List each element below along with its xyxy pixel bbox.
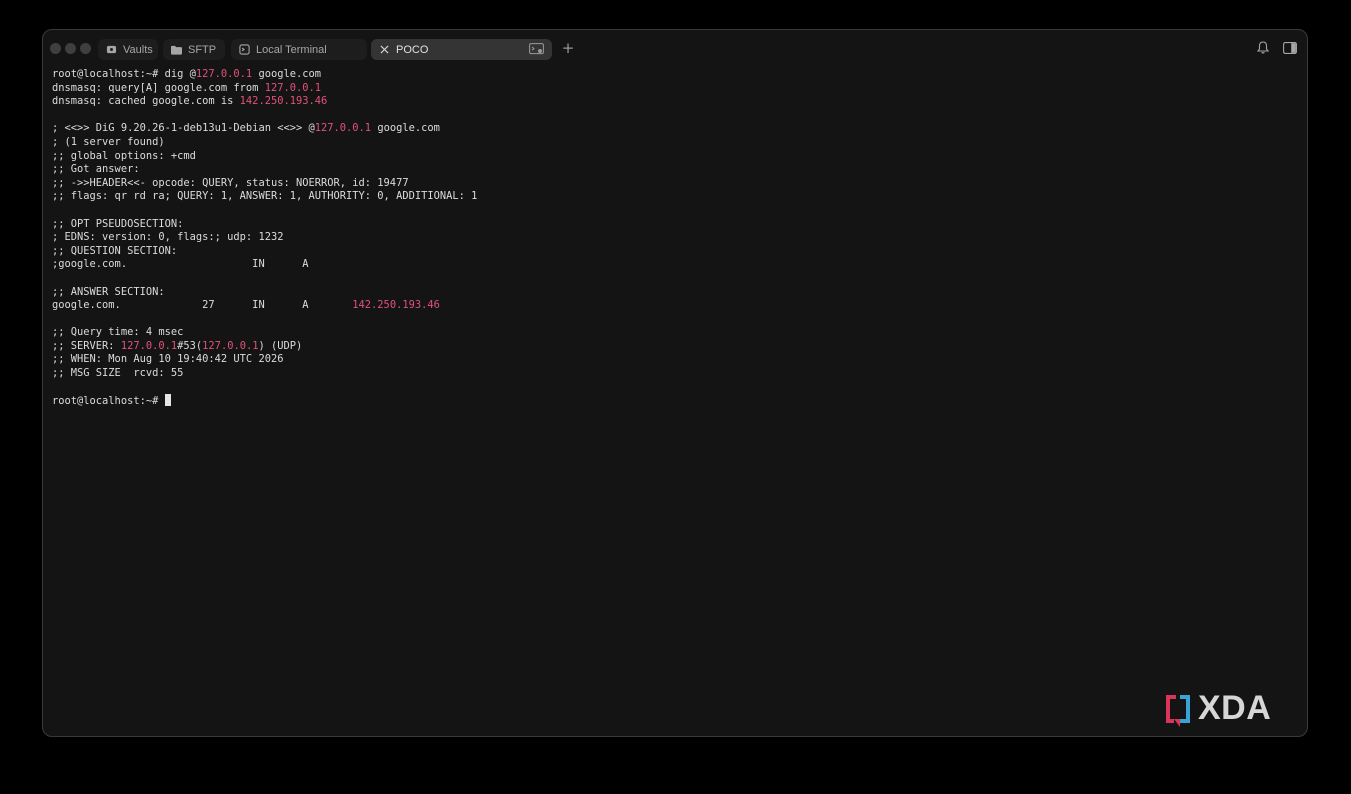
terminal-text: ;; ->>HEADER<<- opcode: QUERY, status: N… xyxy=(52,176,409,189)
terminal-line: ;google.com. IN A xyxy=(52,258,1297,272)
terminal-text: dnsmasq: cached google.com is xyxy=(52,95,240,108)
tab-vaults[interactable]: Vaults xyxy=(98,39,158,60)
terminal-line: ;; SERVER: 127.0.0.1#53(127.0.0.1) (UDP) xyxy=(52,340,1297,354)
terminal-text: ; <<>> DiG 9.20.26-1-deb13u1-Debian <<>>… xyxy=(52,122,315,135)
terminal-text: root@localhost:~# dig @ xyxy=(52,68,196,80)
terminal-text: google.com. 27 IN A xyxy=(52,299,353,312)
terminal-text: ;google.com. IN A xyxy=(52,258,309,271)
terminal-line: ;; QUESTION SECTION: xyxy=(52,245,1297,259)
terminal-line: ; EDNS: version: 0, flags:; udp: 1232 xyxy=(52,231,1297,245)
terminal-text: ;; QUESTION SECTION: xyxy=(52,244,178,257)
tab-label: SFTP xyxy=(188,43,217,56)
new-tab-button[interactable]: + xyxy=(560,38,576,58)
terminal-line: ;; OPT PSEUDOSECTION: xyxy=(52,218,1297,232)
window-zoom-button[interactable] xyxy=(80,43,91,54)
terminal-line: ;; ->>HEADER<<- opcode: QUERY, status: N… xyxy=(52,177,1297,191)
tab-label: Vaults xyxy=(123,43,153,56)
close-icon[interactable] xyxy=(378,44,390,56)
terminal-line: ;; ANSWER SECTION: xyxy=(52,286,1297,300)
terminal-text: ) (UDP) xyxy=(258,339,303,352)
xda-logo-icon xyxy=(1166,695,1190,727)
terminal-line: dnsmasq: query[A] google.com from 127.0.… xyxy=(52,82,1297,96)
xda-watermark: XDA xyxy=(1164,690,1292,730)
ip-address: 127.0.0.1 xyxy=(264,81,322,94)
terminal-line: root@localhost:~# dig @127.0.0.1 google.… xyxy=(52,68,1297,82)
ip-address: 127.0.0.1 xyxy=(314,122,372,135)
vault-icon xyxy=(105,44,117,56)
folder-icon xyxy=(170,44,182,56)
terminal-line: ;; Got answer: xyxy=(52,163,1297,177)
terminal-line: ; (1 server found) xyxy=(52,136,1297,150)
watermark-text: XDA xyxy=(1198,689,1272,727)
terminal-text: ;; flags: qr rd ra; QUERY: 1, ANSWER: 1,… xyxy=(52,190,478,203)
terminal-text: ;; MSG SIZE rcvd: 55 xyxy=(52,367,184,380)
terminal-text: ;; Query time: 4 msec xyxy=(52,326,184,339)
tab-sftp[interactable]: SFTP xyxy=(163,39,225,60)
window-close-button[interactable] xyxy=(50,43,61,54)
tab-poco[interactable]: POCO xyxy=(371,39,552,60)
terminal-text: ;; OPT PSEUDOSECTION: xyxy=(52,217,184,230)
terminal-line: dnsmasq: cached google.com is 142.250.19… xyxy=(52,95,1297,109)
terminal-line: ;; MSG SIZE rcvd: 55 xyxy=(52,367,1297,381)
terminal-icon xyxy=(238,44,250,56)
tab-local-terminal[interactable]: Local Terminal xyxy=(231,39,367,60)
terminal-text: ; EDNS: version: 0, flags:; udp: 1232 xyxy=(52,231,284,244)
terminal-text: root@localhost:~# xyxy=(52,395,165,408)
session-info-icon[interactable] xyxy=(529,43,544,58)
terminal-text: ; (1 server found) xyxy=(52,135,165,148)
title-bar: Vaults SFTP Local Terminal POCO + xyxy=(43,30,1307,66)
plus-icon: + xyxy=(561,39,575,57)
terminal-output[interactable]: root@localhost:~# dig @127.0.0.1 google.… xyxy=(52,68,1297,726)
bell-icon[interactable] xyxy=(1256,41,1271,55)
terminal-text: ;; global options: +cmd xyxy=(52,149,196,162)
terminal-line: ;; Query time: 4 msec xyxy=(52,326,1297,340)
terminal-text: ;; Got answer: xyxy=(52,163,140,176)
ip-address: 142.250.193.46 xyxy=(239,95,328,108)
terminal-text: #53( xyxy=(177,339,203,352)
ip-address: 127.0.0.1 xyxy=(202,339,259,352)
sidebar-toggle-icon[interactable] xyxy=(1283,41,1297,55)
ip-address: 142.250.193.46 xyxy=(352,299,440,312)
terminal-line: ;; flags: qr rd ra; QUERY: 1, ANSWER: 1,… xyxy=(52,190,1297,204)
terminal-text: google.com xyxy=(371,122,440,135)
terminal-line: ;; global options: +cmd xyxy=(52,150,1297,164)
tab-label: Local Terminal xyxy=(256,43,327,56)
terminal-line: ;; WHEN: Mon Aug 10 19:40:42 UTC 2026 xyxy=(52,353,1297,367)
window-minimize-button[interactable] xyxy=(65,43,76,54)
terminal-line: ; <<>> DiG 9.20.26-1-deb13u1-Debian <<>>… xyxy=(52,122,1297,136)
terminal-text: ;; WHEN: Mon Aug 10 19:40:42 UTC 2026 xyxy=(52,353,284,366)
terminal-text: ;; ANSWER SECTION: xyxy=(52,285,165,298)
ip-address: 127.0.0.1 xyxy=(120,339,178,352)
terminal-cursor xyxy=(164,394,171,407)
app-window: Vaults SFTP Local Terminal POCO + root@l… xyxy=(42,29,1308,737)
ip-address: 127.0.0.1 xyxy=(195,68,253,80)
terminal-line: google.com. 27 IN A 142.250.193.46 xyxy=(52,299,1297,313)
terminal-text: google.com xyxy=(252,68,322,80)
terminal-line: root@localhost:~# xyxy=(52,394,1297,408)
tab-label: POCO xyxy=(396,43,429,56)
terminal-text: dnsmasq: query[A] google.com from xyxy=(52,81,265,94)
terminal-text: ;; SERVER: xyxy=(52,339,121,352)
